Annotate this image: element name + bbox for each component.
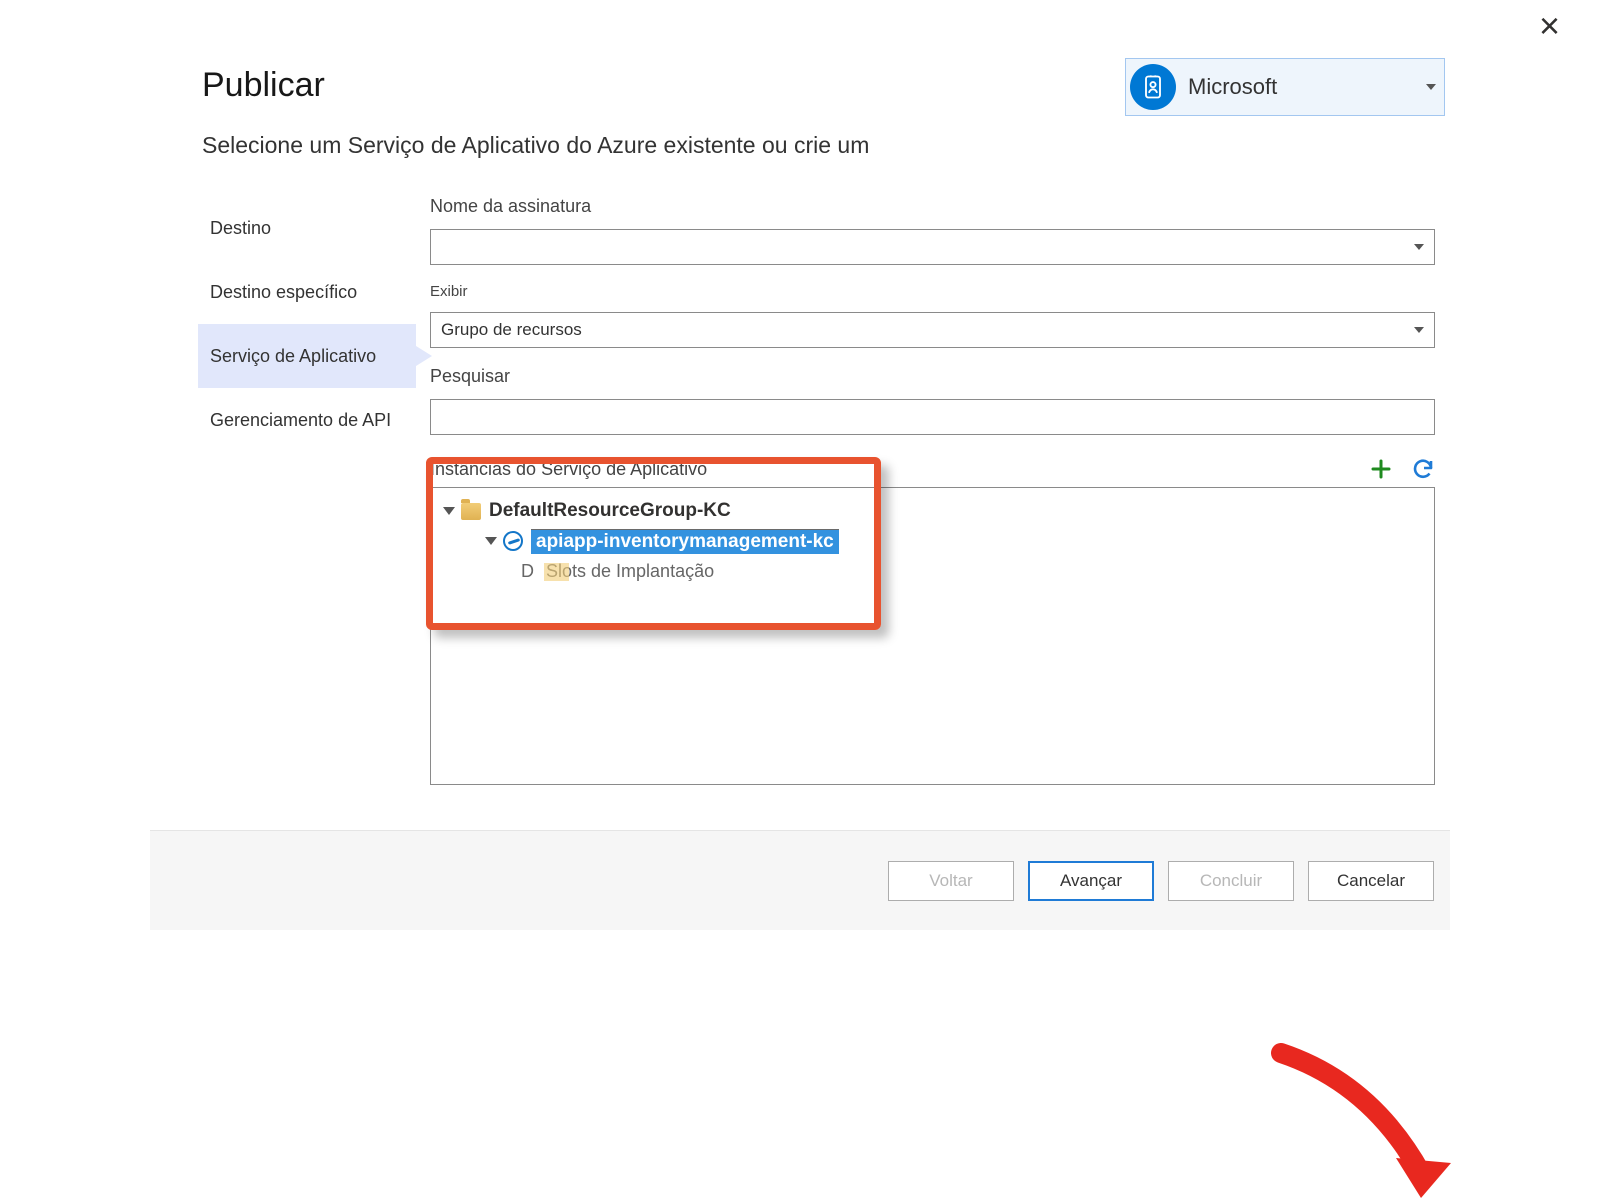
subscription-select[interactable]: [430, 229, 1435, 265]
chevron-down-icon: [1414, 327, 1424, 333]
step-destino-especifico[interactable]: Destino específico: [198, 260, 416, 324]
account-selector[interactable]: Microsoft: [1125, 58, 1445, 116]
search-label: Pesquisar: [430, 366, 1445, 387]
wizard-steps: Destino Destino específico Serviço de Ap…: [198, 196, 416, 452]
instances-tree[interactable]: DefaultResourceGroup-KC apiapp-inventory…: [430, 487, 1435, 785]
publish-dialog: × Publicar Selecione um Serviço de Aplic…: [150, 10, 1450, 930]
subscription-label: Nome da assinatura: [430, 196, 1445, 217]
expand-icon[interactable]: [443, 507, 455, 515]
app-name: apiapp-inventorymanagement-kc: [531, 529, 839, 554]
instances-label: Instâncias do Serviço de Aplicativo: [430, 459, 707, 480]
folder-icon: [461, 503, 481, 520]
view-label: Exibir: [430, 283, 1445, 300]
badge-icon: [1130, 64, 1176, 110]
step-gerenciamento-api[interactable]: Gerenciamento de API: [198, 388, 416, 452]
close-icon[interactable]: ×: [1539, 8, 1560, 44]
view-select[interactable]: Grupo de recursos: [430, 312, 1435, 348]
back-button[interactable]: Voltar: [888, 861, 1014, 901]
view-value: Grupo de recursos: [441, 320, 582, 340]
resource-group-name: DefaultResourceGroup-KC: [489, 500, 731, 522]
cancel-button[interactable]: Cancelar: [1308, 861, 1434, 901]
search-input[interactable]: [430, 399, 1435, 435]
step-servico-aplicativo[interactable]: Serviço de Aplicativo: [198, 324, 416, 388]
add-icon[interactable]: [1369, 457, 1393, 481]
page-subtitle: Selecione um Serviço de Aplicativo do Az…: [202, 132, 869, 159]
slot-prefix: D: [521, 561, 534, 582]
chevron-down-icon: [1426, 84, 1436, 90]
dialog-footer: Voltar Avançar Concluir Cancelar: [150, 830, 1450, 930]
slot-label: Slots de Implantação: [546, 561, 714, 582]
refresh-icon[interactable]: [1411, 457, 1435, 481]
tree-deployment-slots[interactable]: D Slots de Implantação: [431, 556, 1434, 586]
expand-icon[interactable]: [485, 537, 497, 545]
next-button[interactable]: Avançar: [1028, 861, 1154, 901]
page-title: Publicar: [202, 66, 325, 105]
chevron-down-icon: [1414, 244, 1424, 250]
content-area: Nome da assinatura Exibir Grupo de recur…: [430, 196, 1445, 785]
account-name: Microsoft: [1188, 74, 1414, 100]
step-destino[interactable]: Destino: [198, 196, 416, 260]
annotation-arrow: [1251, 1043, 1451, 1198]
finish-button[interactable]: Concluir: [1168, 861, 1294, 901]
tree-resource-group[interactable]: DefaultResourceGroup-KC: [431, 496, 1434, 526]
tree-app-instance[interactable]: apiapp-inventorymanagement-kc: [431, 526, 1434, 556]
app-service-icon: [503, 531, 523, 551]
